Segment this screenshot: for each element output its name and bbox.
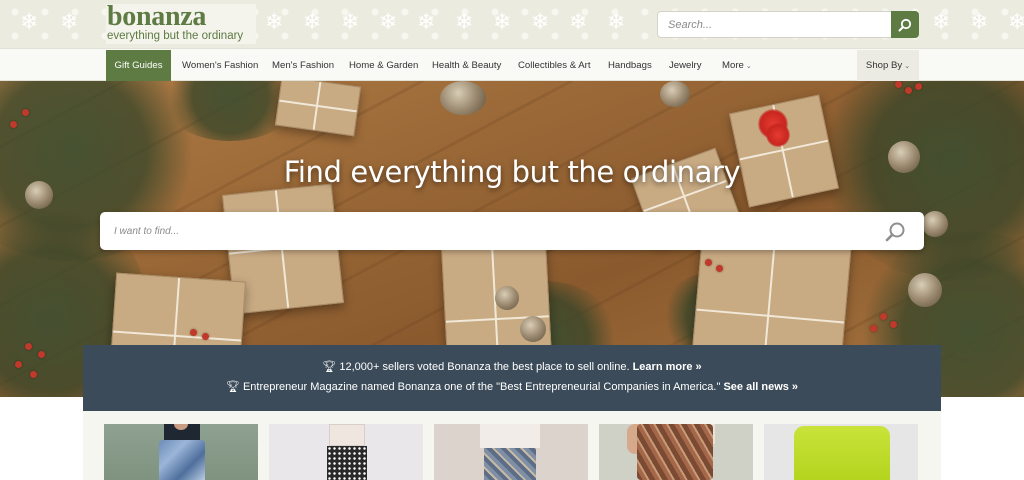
nav-health-beauty[interactable]: Health & Beauty — [432, 50, 501, 81]
hero-title: Find everything but the ordinary — [283, 155, 741, 189]
nav-label: Health & Beauty — [432, 60, 502, 71]
chevron-down-icon: ⌄ — [745, 63, 752, 70]
trophy-icon: 🏆︎ — [322, 361, 337, 373]
trophy-icon: 🏆︎ — [225, 381, 240, 393]
see-all-news-link[interactable]: See all news » — [723, 381, 798, 393]
nav-jewelry[interactable]: Jewelry — [669, 50, 702, 81]
product-card-floral-skirt[interactable] — [599, 424, 753, 480]
announcement-sellers: 🏆︎ 12,000+ sellers voted Bonanza the bes… — [83, 360, 941, 373]
product-row — [83, 411, 941, 480]
nav-label: Jewelry — [669, 60, 702, 71]
nav-label: Handbags — [608, 60, 652, 71]
hero-search-button[interactable] — [884, 221, 906, 243]
nav-shop-by[interactable]: Shop By ⌄ — [857, 50, 919, 81]
product-card-polka-dot-skirt[interactable] — [269, 424, 423, 480]
nav-label: Home & Garden — [349, 60, 419, 71]
logo-wordmark: bonanza — [107, 1, 207, 32]
announcement-text: Entrepreneur Magazine named Bonanza one … — [242, 381, 721, 393]
nav-label: Men's Fashion — [272, 60, 335, 71]
nav-mens-fashion[interactable]: Men's Fashion — [272, 50, 334, 81]
nav-label: Shop By — [865, 60, 903, 71]
nav-gift-guides[interactable]: Gift Guides — [106, 50, 171, 81]
header-search-button[interactable] — [891, 11, 919, 38]
site-header: ❄ ❄ ❄ ❄ ❄ ❄ ❄ ❄ ❄ ❄ ❄ ❄ ❄ ❄ ❄ bonanza ev… — [0, 0, 1024, 48]
category-nav: Gift Guides Women's Fashion Men's Fashio… — [0, 48, 1024, 81]
nav-more[interactable]: More ⌄ — [722, 50, 752, 81]
nav-label: Collectibles & Art — [518, 60, 591, 71]
nav-womens-fashion[interactable]: Women's Fashion — [182, 50, 258, 81]
header-search-input[interactable] — [658, 12, 892, 37]
bonanza-logo[interactable]: bonanza everything but the ordinary — [106, 1, 256, 44]
announcement-bar: 🏆︎ 12,000+ sellers voted Bonanza the bes… — [83, 345, 941, 411]
hero-search-input[interactable] — [100, 212, 870, 250]
nav-handbags[interactable]: Handbags — [608, 50, 652, 81]
announcement-entrepreneur: 🏆︎ Entrepreneur Magazine named Bonanza o… — [83, 380, 941, 393]
announcement-text: 12,000+ sellers voted Bonanza the best p… — [339, 361, 630, 373]
header-search — [657, 11, 919, 38]
learn-more-link[interactable]: Learn more » — [633, 361, 702, 373]
chevron-down-icon: ⌄ — [904, 63, 911, 70]
nav-home-garden[interactable]: Home & Garden — [349, 50, 418, 81]
product-card-lime-skirt[interactable] — [764, 424, 918, 480]
product-card-sequin-skirt[interactable] — [104, 424, 258, 480]
hero-search-bar — [100, 212, 924, 250]
search-icon — [898, 18, 912, 31]
nav-label: Gift Guides — [114, 60, 163, 71]
nav-collectibles-art[interactable]: Collectibles & Art — [518, 50, 591, 81]
logo-tagline: everything but the ordinary — [107, 30, 244, 42]
nav-label: Women's Fashion — [182, 60, 259, 71]
product-card-floral-shorts[interactable] — [434, 424, 588, 480]
search-icon — [885, 222, 905, 242]
nav-label: More — [722, 60, 744, 71]
